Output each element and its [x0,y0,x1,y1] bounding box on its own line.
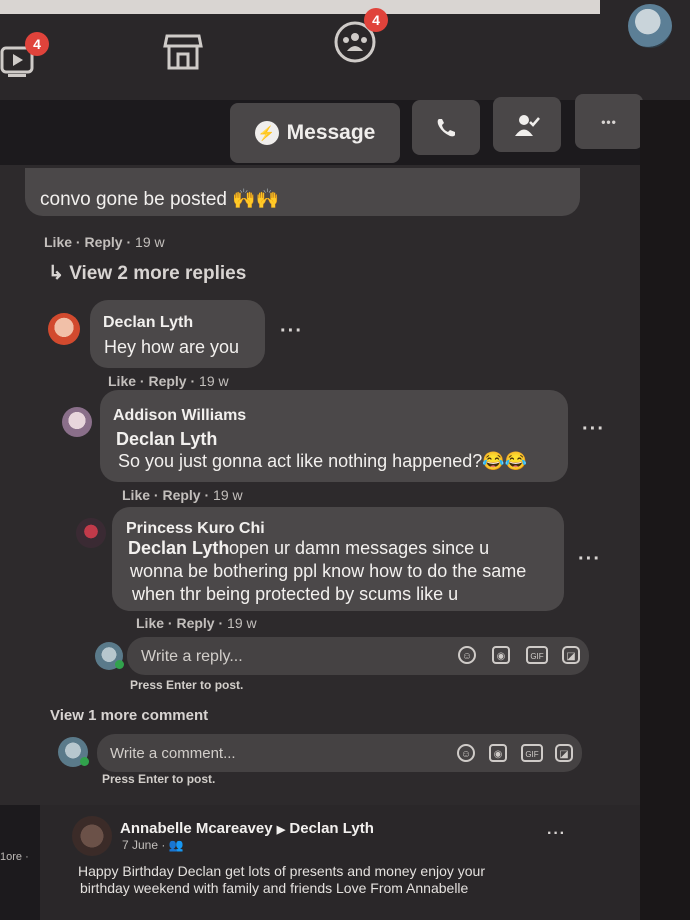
reply-meta: Like · Reply · 19 w [122,487,243,503]
avatar[interactable] [72,816,112,856]
watch-badge: 4 [25,32,49,56]
reply-options-button[interactable]: ··· [578,548,601,571]
emoji-icon[interactable]: ☺ [458,646,476,664]
messenger-icon: ⚡ [254,121,279,145]
sticker-icon[interactable]: ◪ [562,646,580,664]
avatar[interactable] [48,313,80,345]
phone-icon [437,118,455,136]
post-author[interactable]: Annabelle Mcareavey [120,820,273,837]
reply-hint: Press Enter to post. [130,678,244,692]
timestamp: 19 w [135,234,165,250]
comment-meta-fragment: Like · Reply · 19 w [44,234,165,250]
reply-author[interactable]: Declan Lyth [103,314,193,332]
reply-mention[interactable]: Declan Lyth [116,428,217,451]
like-link[interactable]: Like [122,487,150,503]
view-more-comment-link[interactable]: View 1 more comment [50,707,208,724]
gif-icon[interactable]: GIF [526,646,548,664]
sticker-icon[interactable]: ◪ [555,744,573,762]
message-button-label: Message [286,121,376,144]
like-link[interactable]: Like [44,234,72,250]
groups-badge: 4 [364,8,388,32]
view-more-replies-link[interactable]: ↳ View 2 more replies [48,262,246,285]
message-button[interactable]: ⚡ Message [230,103,400,163]
view-more-replies-label: View 2 more replies [69,263,247,284]
post-text-line: Happy Birthday Declan get lots of presen… [78,863,486,879]
right-background [640,100,690,920]
more-dots-icon: ••• [601,114,617,129]
marketplace-nav-icon[interactable] [163,30,203,72]
post-options-button[interactable]: ··· [547,825,566,843]
post-text-line: birthday weekend with family and friends… [80,880,469,896]
camera-icon[interactable]: ◉ [489,744,507,762]
side-more-label[interactable]: 1ore · [0,851,29,863]
reply-text: So you just gonna act like nothing happe… [118,451,528,471]
friends-audience-icon: 👥 [168,838,184,852]
online-status-dot [80,757,89,766]
reply-text-line: when thr being protected by scums like u [132,584,459,604]
reply-link[interactable]: Reply [84,234,122,250]
more-actions-button[interactable]: ••• [575,94,643,149]
reply-arrow-icon: ↳ [48,263,64,284]
call-button[interactable] [412,100,480,155]
arrow-right-icon: ▶ [276,824,286,836]
comment-input-placeholder: Write a comment... [110,745,236,762]
reply-mention[interactable]: Declan Lyth [128,537,229,560]
reply-text: Hey how are you [104,337,240,357]
comment-hint: Press Enter to post. [102,772,216,786]
reply-link[interactable]: Reply [148,373,186,389]
person-check-icon [515,114,540,136]
online-status-dot [115,660,124,669]
reply-text-line: open ur damn messages since u [229,538,490,558]
store-icon [163,34,203,70]
reply-author[interactable]: Princess Kuro Chi [126,520,265,538]
reply-meta: Like · Reply · 19 w [108,373,229,389]
top-edge-strip [0,0,600,14]
reply-options-button[interactable]: ··· [280,320,303,343]
timestamp: 19 w [199,373,229,389]
post-date-line: 7 June · 👥 [122,838,184,852]
like-link[interactable]: Like [136,615,164,631]
profile-avatar[interactable] [628,4,672,48]
comment-text-fragment: convo gone be posted 🙌🙌 [40,189,280,210]
gif-icon[interactable]: GIF [521,744,543,762]
reply-options-button[interactable]: ··· [582,418,605,441]
friend-status-button[interactable] [493,97,561,152]
timestamp: 19 w [227,615,257,631]
reply-link[interactable]: Reply [176,615,214,631]
reply-link[interactable]: Reply [162,487,200,503]
avatar[interactable] [76,518,106,548]
reply-author[interactable]: Addison Williams [113,407,246,425]
reply-text-line: wonna be bothering ppl know how to do th… [130,561,527,581]
post-target[interactable]: Declan Lyth [289,820,373,837]
emoji-icon[interactable]: ☺ [457,744,475,762]
reply-input-placeholder: Write a reply... [141,648,243,665]
like-link[interactable]: Like [108,373,136,389]
reply-meta: Like · Reply · 19 w [136,615,257,631]
timestamp: 19 w [213,487,243,503]
post-date[interactable]: 7 June [122,838,158,852]
post-author-line: Annabelle Mcareavey ▶ Declan Lyth [120,820,374,837]
avatar[interactable] [62,407,92,437]
camera-icon[interactable]: ◉ [492,646,510,664]
